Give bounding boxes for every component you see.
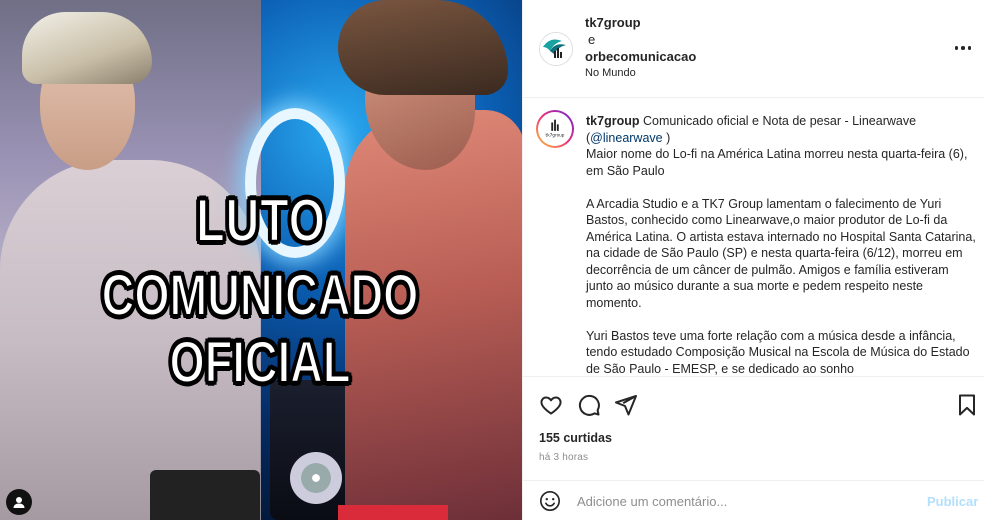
comment-input[interactable] — [577, 489, 907, 513]
author-names: tk7group e orbecomunicacao — [585, 14, 696, 65]
post-details-panel: tk7group e orbecomunicacao No Mundo tk7g… — [522, 0, 984, 520]
post-timestamp[interactable]: há 3 horas — [539, 452, 588, 463]
author-avatar[interactable] — [539, 32, 573, 66]
caption-mention-link[interactable]: @linearwave — [590, 131, 662, 145]
overlay-title-line1: LUTO — [195, 186, 326, 255]
comment-icon[interactable] — [577, 393, 601, 417]
svg-text:tk7group: tk7group — [546, 132, 565, 137]
caption-username[interactable]: tk7group — [586, 114, 639, 128]
bookmark-icon[interactable] — [955, 393, 979, 417]
speaker-cone — [290, 452, 342, 504]
post-header: tk7group e orbecomunicacao No Mundo — [523, 0, 984, 98]
caption-paragraph-2: Yuri Bastos teve uma forte relação com a… — [586, 328, 970, 376]
author-username-1[interactable]: tk7group — [585, 14, 696, 31]
comment-form: Publicar — [523, 480, 984, 520]
more-horizontal-icon[interactable] — [953, 38, 973, 58]
tk7group-logo-icon — [540, 33, 572, 65]
likes-count[interactable]: 155 curtidas — [539, 431, 612, 445]
post-media[interactable]: LUTO COMUNICADO OFICIAL — [0, 0, 522, 520]
author-username-2[interactable]: orbecomunicacao — [585, 48, 696, 65]
author-conjunction: e — [588, 32, 596, 47]
caption-text: tk7group Comunicado oficial e Nota de pe… — [586, 113, 976, 376]
share-icon[interactable] — [614, 393, 638, 417]
dj-deck-left — [150, 470, 260, 520]
caption-paragraph-1: A Arcadia Studio e a TK7 Group lamentam … — [586, 196, 976, 310]
overlay-title-line2: COMUNICADO OFICIAL — [101, 262, 419, 396]
heart-icon[interactable] — [539, 393, 563, 417]
dj-deck-light — [338, 505, 448, 520]
tagged-users-icon[interactable] — [6, 489, 32, 515]
caption-mention-close: ) — [662, 130, 671, 145]
emoji-icon[interactable] — [539, 490, 561, 512]
person-left-hair — [22, 12, 152, 84]
post-caption: tk7group tk7group Comunicado oficial e N… — [523, 99, 984, 376]
caption-title: Comunicado oficial e Nota de pesar - Lin… — [642, 114, 917, 128]
post-comment-button[interactable]: Publicar — [927, 494, 978, 509]
action-bar — [523, 376, 984, 432]
caption-headline: Maior nome do Lo-fi na América Latina mo… — [586, 147, 968, 178]
caption-author-avatar[interactable]: tk7group — [536, 110, 574, 148]
tk7group-logo-icon: tk7group — [541, 115, 569, 143]
post-location[interactable]: No Mundo — [585, 67, 636, 79]
